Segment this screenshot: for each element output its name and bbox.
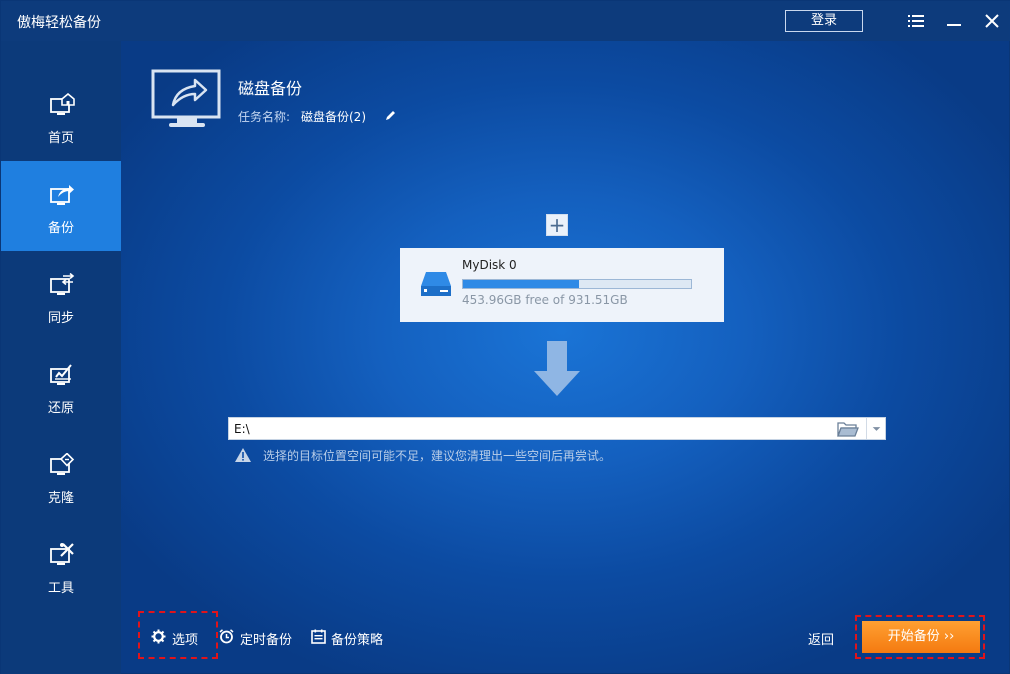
sidebar-item-label: 工具 bbox=[47, 581, 74, 596]
sync-monitor-icon bbox=[50, 273, 75, 295]
title-bar: 傲梅轻松备份 登录 bbox=[1, 1, 1010, 41]
sidebar-item-label: 克隆 bbox=[47, 491, 74, 506]
home-monitor-icon bbox=[50, 93, 75, 115]
backup-policy-button[interactable]: 备份策略 bbox=[311, 628, 391, 648]
sidebar-item-label: 备份 bbox=[47, 221, 74, 236]
destination-path-value: E:\ bbox=[234, 422, 250, 436]
sidebar-item-sync[interactable]: 同步 bbox=[1, 251, 121, 341]
backup-monitor-icon bbox=[50, 185, 74, 205]
task-name-value[interactable]: 磁盘备份(2) bbox=[301, 108, 366, 125]
alarm-clock-icon bbox=[219, 629, 234, 644]
schedule-backup-button[interactable]: 定时备份 bbox=[219, 628, 299, 648]
warning-icon bbox=[235, 448, 251, 462]
app-title: 傲梅轻松备份 bbox=[17, 15, 101, 31]
disk-free-space: 453.96GB free of 931.51GB bbox=[462, 293, 628, 307]
sidebar-item-home[interactable]: 首页 bbox=[1, 71, 121, 161]
add-source-button[interactable]: + bbox=[546, 214, 568, 236]
hard-disk-icon bbox=[421, 272, 451, 296]
tools-monitor-icon bbox=[50, 543, 74, 565]
clone-monitor-icon bbox=[50, 453, 75, 475]
calendar-list-icon bbox=[311, 629, 326, 644]
sidebar-item-label: 首页 bbox=[47, 131, 74, 146]
close-icon[interactable] bbox=[983, 12, 1001, 30]
backup-policy-label: 备份策略 bbox=[331, 633, 384, 648]
folder-open-icon[interactable] bbox=[837, 421, 859, 437]
source-disk-card[interactable]: MyDisk 0 453.96GB free of 931.51GB bbox=[400, 248, 724, 322]
disk-usage-bar bbox=[462, 279, 692, 289]
back-button[interactable]: 返回 bbox=[808, 629, 834, 648]
page-title: 磁盘备份 bbox=[238, 79, 303, 98]
dropdown-arrow-icon[interactable] bbox=[866, 418, 886, 439]
disk-name: MyDisk 0 bbox=[462, 258, 517, 272]
sidebar-item-label: 同步 bbox=[47, 311, 74, 326]
app-window: 傲梅轻松备份 登录 首页 备份 同步 还原 克隆 工具 磁盘备份 任务名称: 磁… bbox=[0, 0, 1010, 674]
sidebar-item-clone[interactable]: 克隆 bbox=[1, 431, 121, 521]
down-arrow-icon bbox=[534, 341, 580, 396]
login-button[interactable]: 登录 bbox=[785, 10, 863, 32]
sidebar-item-label: 还原 bbox=[47, 401, 74, 416]
menu-icon[interactable] bbox=[907, 12, 925, 30]
task-name-label: 任务名称: bbox=[238, 110, 291, 124]
disk-usage-fill bbox=[463, 280, 580, 288]
destination-path-field[interactable]: E:\ bbox=[228, 417, 886, 440]
restore-monitor-icon bbox=[50, 364, 72, 385]
start-backup-button[interactable]: 开始备份 ›› bbox=[862, 621, 980, 653]
disk-backup-header-icon bbox=[151, 69, 221, 127]
options-label: 选项 bbox=[172, 633, 199, 648]
options-button[interactable]: 选项 bbox=[151, 628, 211, 648]
sidebar-item-tools[interactable]: 工具 bbox=[1, 521, 121, 611]
sidebar-item-backup[interactable]: 备份 bbox=[1, 161, 121, 251]
sidebar: 首页 备份 同步 还原 克隆 工具 bbox=[1, 41, 121, 674]
minimize-icon[interactable] bbox=[945, 12, 963, 30]
edit-pencil-icon[interactable] bbox=[384, 109, 397, 122]
schedule-backup-label: 定时备份 bbox=[240, 633, 293, 648]
gear-icon bbox=[151, 629, 166, 644]
sidebar-item-restore[interactable]: 还原 bbox=[1, 341, 121, 431]
destination-warning-text: 选择的目标位置空间可能不足，建议您清理出一些空间后再尝试。 bbox=[263, 449, 612, 463]
